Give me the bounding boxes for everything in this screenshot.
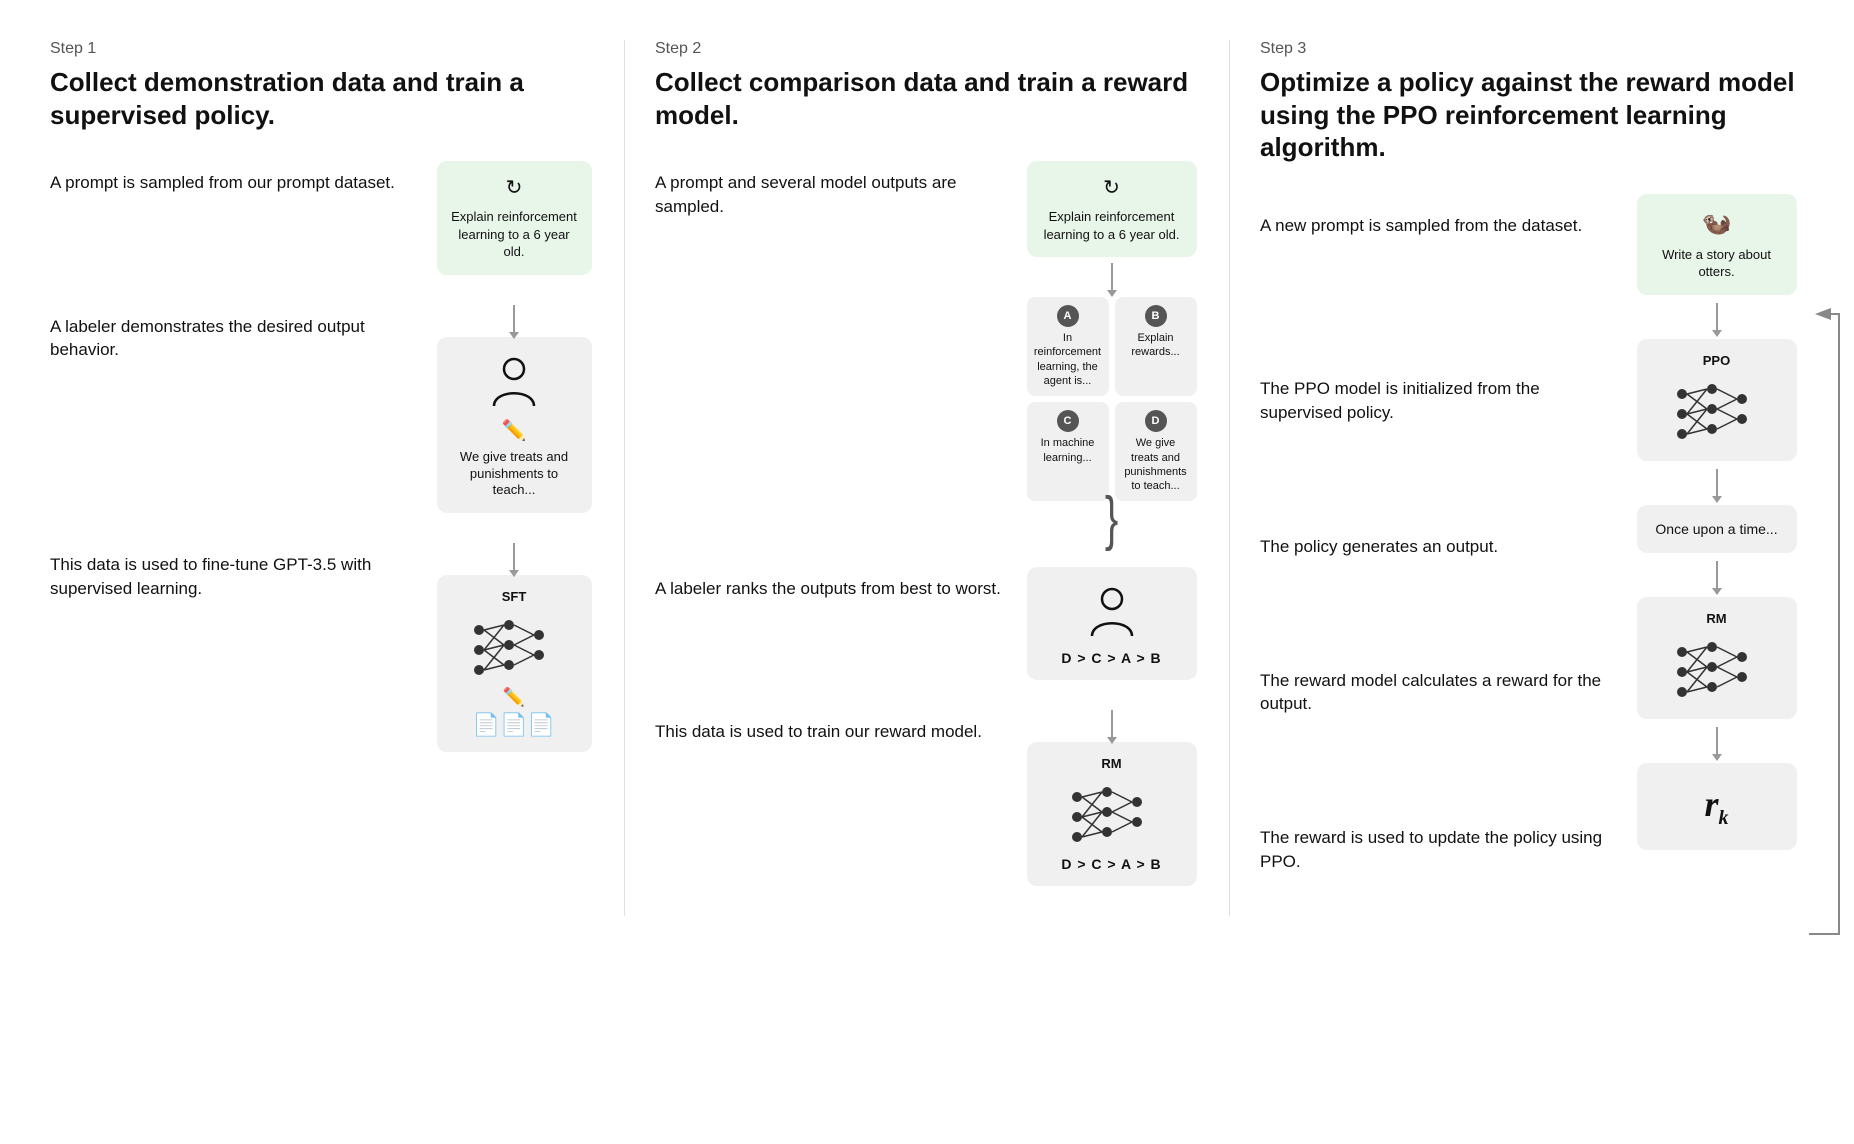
step1-section1: A prompt is sampled from our prompt data… [50, 161, 594, 275]
step3-title: Optimize a policy against the reward mod… [1260, 66, 1804, 164]
labeler-caption: We give treats and punishments to teach.… [449, 449, 580, 500]
ranking-display2: D > C > A > B [1039, 856, 1185, 872]
step1-visual3: SFT [434, 543, 594, 752]
step3-text4: The reward model calculates a reward for… [1260, 659, 1609, 717]
step1-section3: This data is used to fine-tune GPT-3.5 w… [50, 543, 594, 752]
ppo-network-icon [1667, 374, 1767, 444]
step1-visual2: ✏️ We give treats and punishments to tea… [434, 305, 594, 514]
step2-section2: A labeler ranks the outputs from best to… [655, 567, 1199, 680]
step2-text2: A labeler ranks the outputs from best to… [655, 567, 1004, 601]
arrow4 [1111, 710, 1113, 738]
arrow3 [1111, 263, 1113, 291]
rm-box-s3: RM [1637, 597, 1797, 719]
step2-refresh-icon: ↻ [1039, 175, 1185, 202]
step3-content: A new prompt is sampled from the dataset… [1260, 194, 1804, 874]
step3-prompt-text: Write a story about otters. [1662, 247, 1771, 280]
step3-arrow2 [1716, 469, 1718, 497]
step1-text3: This data is used to fine-tune GPT-3.5 w… [50, 543, 414, 601]
step1-text2: A labeler demonstrates the desired outpu… [50, 305, 414, 363]
output-text-box: Once upon a time... [1637, 505, 1797, 553]
step3-prompt-box: 🦦 Write a story about otters. [1637, 194, 1797, 295]
ppo-label: PPO [1649, 353, 1785, 368]
step2-text1: A prompt and several model outputs are s… [655, 161, 1004, 219]
step3-arrow3 [1716, 561, 1718, 589]
person-icon [484, 351, 544, 411]
step3-arrow1 [1716, 303, 1718, 331]
step2-prompt-box: ↻ Explain reinforcement learning to a 6 … [1027, 161, 1197, 257]
comp-box-a: A In reinforcement learning, the agent i… [1027, 297, 1109, 396]
person-icon-2 [1082, 581, 1142, 641]
comparison-grid: A In reinforcement learning, the agent i… [1027, 297, 1197, 501]
step2-column: Step 2 Collect comparison data and train… [624, 40, 1229, 916]
step1-prompt-box: ↻ Explain reinforcement learning to a 6 … [437, 161, 592, 275]
rm-label-s2: RM [1039, 756, 1185, 771]
step1-visual1: ↻ Explain reinforcement learning to a 6 … [434, 161, 594, 275]
reward-value-box: rk [1637, 763, 1797, 850]
step3-arrow4 [1716, 727, 1718, 755]
step2-label: Step 2 [655, 40, 1199, 58]
step1-column: Step 1 Collect demonstration data and tr… [50, 40, 624, 916]
reward-value: rk [1704, 784, 1728, 824]
step2-visual3: RM [1024, 710, 1199, 886]
step2-section1: A prompt and several model outputs are s… [655, 161, 1199, 537]
step3-texts: A new prompt is sampled from the dataset… [1260, 194, 1609, 874]
main-layout: Step 1 Collect demonstration data and tr… [50, 40, 1804, 916]
step1-title: Collect demonstration data and train a s… [50, 66, 594, 131]
step2-section3: This data is used to train our reward mo… [655, 710, 1199, 886]
rm-network-icon [1062, 777, 1162, 847]
step2-visual1: ↻ Explain reinforcement learning to a 6 … [1024, 161, 1199, 537]
rm-label-s3: RM [1649, 611, 1785, 626]
badge-d: D [1145, 410, 1167, 432]
rm-network-icon-s3 [1667, 632, 1767, 702]
ppo-box: PPO [1637, 339, 1797, 461]
step1-section2: A labeler demonstrates the desired outpu… [50, 305, 594, 514]
step2-text3: This data is used to train our reward mo… [655, 710, 1004, 744]
comp-box-c: C In machine learning... [1027, 402, 1109, 501]
otter-icon: 🦦 [1649, 208, 1785, 240]
sft-box: SFT [437, 575, 592, 752]
sft-label: SFT [449, 589, 580, 604]
step2-visual2: D > C > A > B [1024, 567, 1199, 680]
comp-box-b: B Explain rewards... [1115, 297, 1197, 396]
curly-brace: } [1105, 501, 1118, 537]
step3-column: Step 3 Optimize a policy against the rew… [1229, 40, 1804, 916]
step1-text1: A prompt is sampled from our prompt data… [50, 161, 414, 195]
step3-label: Step 3 [1260, 40, 1804, 58]
sft-network-icon [464, 610, 564, 680]
arrow2 [513, 543, 515, 571]
arrow1 [513, 305, 515, 333]
comp-box-d: D We give treats and punishments to teac… [1115, 402, 1197, 501]
step3-visuals: 🦦 Write a story about otters. PPO [1629, 194, 1804, 874]
step1-label: Step 1 [50, 40, 594, 58]
step3-text3: The policy generates an output. [1260, 525, 1609, 559]
step1-prompt-text: Explain reinforcement learning to a 6 ye… [451, 209, 577, 259]
labeler-rank-box: D > C > A > B [1027, 567, 1197, 680]
badge-a: A [1057, 305, 1079, 327]
step3-text1: A new prompt is sampled from the dataset… [1260, 194, 1609, 238]
step3-text2: The PPO model is initialized from the su… [1260, 367, 1609, 425]
refresh-icon: ↻ [449, 175, 580, 202]
step3-text5: The reward is used to update the policy … [1260, 816, 1609, 874]
step2-title: Collect comparison data and train a rewa… [655, 66, 1199, 131]
output-text: Once upon a time... [1655, 521, 1777, 537]
ranking-display1: D > C > A > B [1039, 650, 1185, 666]
badge-b: B [1145, 305, 1167, 327]
feedback-arrow [1799, 294, 1849, 974]
rm-box-s2: RM [1027, 742, 1197, 886]
badge-c: C [1057, 410, 1079, 432]
step2-prompt-text: Explain reinforcement learning to a 6 ye… [1044, 209, 1180, 242]
labeler-box: ✏️ We give treats and punishments to tea… [437, 337, 592, 514]
